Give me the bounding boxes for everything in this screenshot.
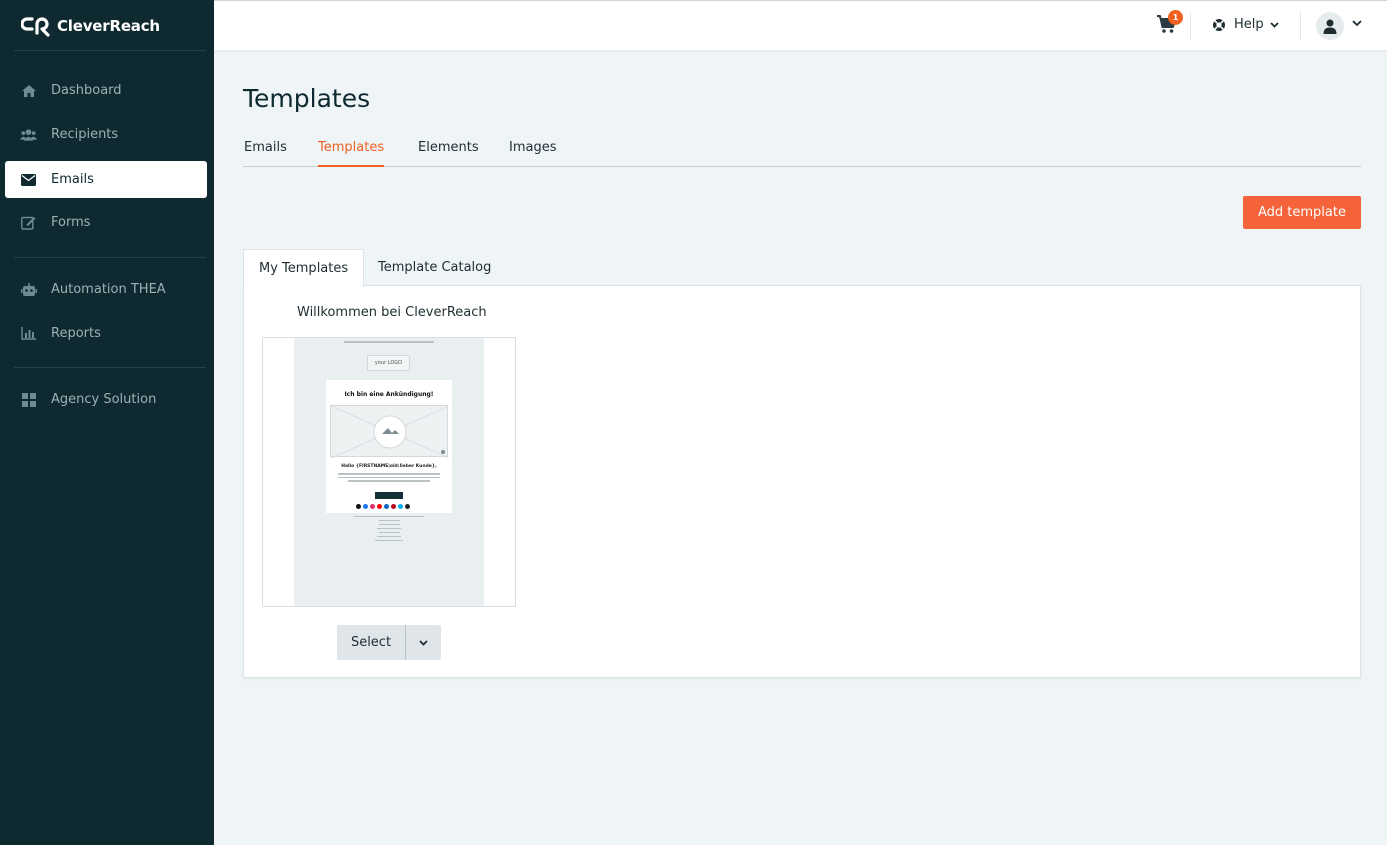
select-options-dropdown[interactable] xyxy=(405,625,441,660)
thumbnail-logo: your LOGO xyxy=(367,355,410,371)
sidebar: CleverReach Dashboard Recipients Emails … xyxy=(0,0,214,845)
user-avatar[interactable] xyxy=(1316,12,1344,40)
tab-emails[interactable]: Emails xyxy=(244,140,287,167)
sidebar-item-label: Reports xyxy=(51,326,101,341)
tab-images[interactable]: Images xyxy=(509,140,557,167)
thumbnail-background: your LOGO Ich bin eine Ankündigung! Hall… xyxy=(294,338,484,606)
topbar-divider xyxy=(1190,12,1191,40)
user-menu-chevron-icon[interactable] xyxy=(1352,20,1362,27)
sidebar-item-dashboard[interactable]: Dashboard xyxy=(5,72,207,109)
thumbnail-heading: Ich bin eine Ankündigung! xyxy=(344,391,434,398)
help-menu[interactable]: Help xyxy=(1212,17,1279,32)
sidebar-item-recipients[interactable]: Recipients xyxy=(5,116,207,153)
thumbnail-footer-lines xyxy=(354,516,424,544)
sidebar-item-label: Recipients xyxy=(51,127,119,142)
top-bar: 1 Help xyxy=(214,0,1387,50)
sidebar-divider xyxy=(14,50,206,51)
template-select-group: Select xyxy=(337,625,441,660)
sidebar-item-label: Emails xyxy=(51,172,94,187)
thumbnail-preheader-line xyxy=(344,341,434,343)
user-icon xyxy=(1323,19,1337,34)
subtab-my-templates[interactable]: My Templates xyxy=(243,249,365,287)
sidebar-item-emails[interactable]: Emails xyxy=(5,161,207,198)
cart-count-badge: 1 xyxy=(1168,10,1183,25)
tab-elements[interactable]: Elements xyxy=(418,140,479,167)
topbar-divider xyxy=(1300,12,1301,40)
home-icon xyxy=(20,82,37,99)
cleverreach-logo-icon xyxy=(21,17,50,37)
sidebar-divider xyxy=(14,257,206,258)
chevron-down-icon xyxy=(1270,21,1279,28)
sidebar-item-automation-thea[interactable]: Automation THEA xyxy=(5,271,207,308)
page-title: Templates xyxy=(243,84,371,113)
sidebar-item-reports[interactable]: Reports xyxy=(5,315,207,352)
grid-icon xyxy=(20,391,37,408)
image-placeholder-icon xyxy=(330,405,450,459)
chart-icon xyxy=(20,325,37,342)
thumbnail-cta-button xyxy=(375,492,403,499)
sidebar-item-label: Forms xyxy=(51,215,91,230)
brand-logo[interactable]: CleverReach xyxy=(21,15,160,37)
thumbnail-image-placeholder xyxy=(330,405,450,459)
sidebar-item-label: Automation THEA xyxy=(51,282,166,297)
sidebar-divider xyxy=(14,367,206,368)
sidebar-item-label: Agency Solution xyxy=(51,392,157,407)
help-label: Help xyxy=(1234,17,1264,32)
sidebar-item-label: Dashboard xyxy=(51,83,122,98)
sidebar-item-forms[interactable]: Forms xyxy=(5,204,207,241)
robot-icon xyxy=(20,281,37,298)
brand-name: CleverReach xyxy=(57,17,160,35)
main-tabs: Emails Templates Elements Images xyxy=(243,138,1361,167)
add-template-button[interactable]: Add template xyxy=(1243,196,1361,229)
thumbnail-body-lines xyxy=(338,473,440,484)
select-template-button[interactable]: Select xyxy=(337,625,405,660)
tab-templates[interactable]: Templates xyxy=(318,140,385,167)
thumbnail-social-icons xyxy=(356,504,410,509)
envelope-icon xyxy=(20,171,37,188)
lifebuoy-icon xyxy=(1213,18,1225,31)
thumbnail-content-card: Ich bin eine Ankündigung! Hallo {FIRSTNA… xyxy=(326,380,452,513)
template-title: Willkommen bei CleverReach xyxy=(297,305,487,320)
thumbnail-greeting: Hallo {FIRSTNAME|old:lieber Kunde}, xyxy=(341,464,437,469)
sidebar-item-agency-solution[interactable]: Agency Solution xyxy=(5,381,207,418)
subtab-template-catalog[interactable]: Template Catalog xyxy=(363,249,506,286)
edit-icon xyxy=(20,214,37,231)
users-icon xyxy=(20,126,37,143)
template-thumbnail[interactable]: your LOGO Ich bin eine Ankündigung! Hall… xyxy=(262,337,516,607)
chevron-down-icon xyxy=(419,639,428,646)
